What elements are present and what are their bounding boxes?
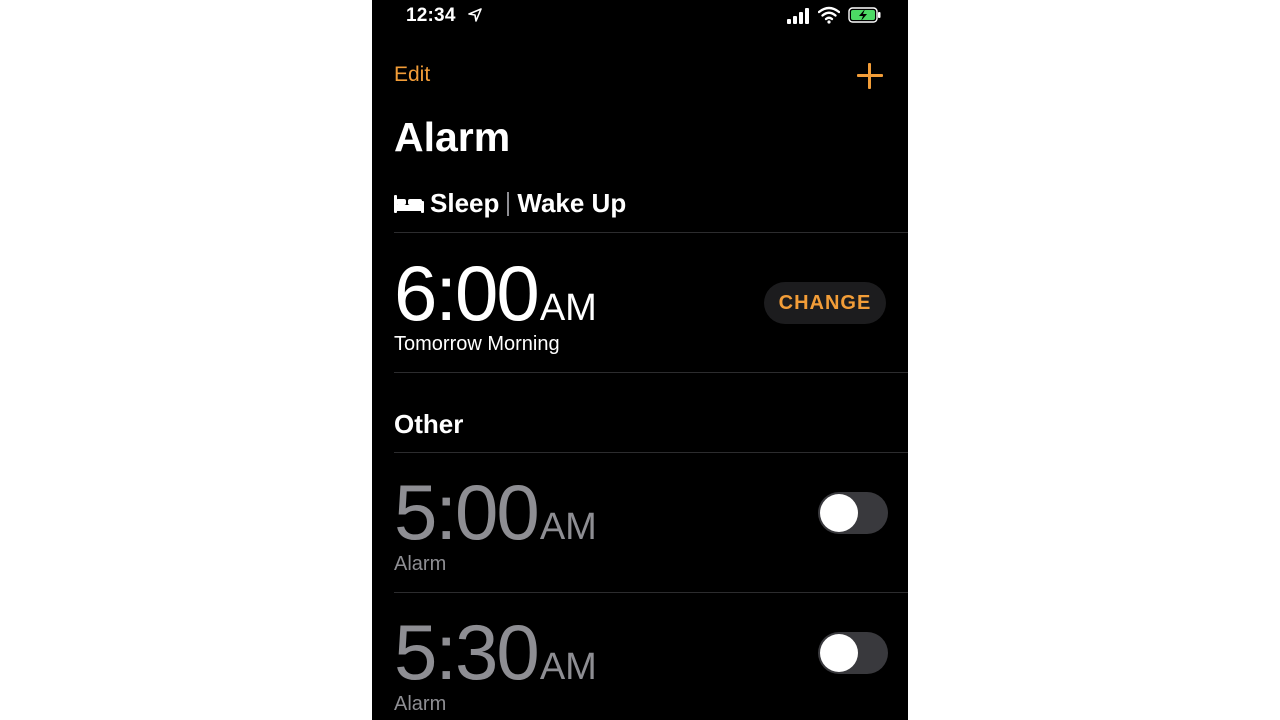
toggle-knob	[820, 494, 858, 532]
location-arrow-icon	[468, 8, 482, 22]
alarm-time-wrap: 5:00AM	[394, 467, 597, 558]
bed-icon	[394, 194, 424, 213]
wifi-icon	[818, 6, 840, 24]
change-button[interactable]: CHANGE	[764, 282, 886, 324]
plus-icon[interactable]	[856, 62, 884, 90]
alarm-period: AM	[539, 646, 597, 688]
sleep-wake-header: Sleep Wake Up	[394, 188, 626, 219]
alarm-time: 6:00	[394, 249, 540, 337]
separator	[394, 452, 908, 453]
page-title: Alarm	[394, 114, 511, 160]
screen-background: 12:34 Edit Alarm Sleep Wake Up 6:00AM To…	[0, 0, 1280, 720]
status-bar: 12:34	[372, 0, 908, 34]
edit-button[interactable]: Edit	[394, 63, 430, 87]
other-section-title: Other	[394, 409, 464, 439]
sleep-alarm-subtitle: Tomorrow Morning	[394, 333, 560, 355]
cellular-signal-icon	[787, 8, 809, 24]
status-time: 12:34	[406, 5, 456, 26]
alarm-time-wrap: 5:30AM	[394, 607, 597, 698]
alarm-label: Alarm	[394, 693, 447, 715]
alarm-period: AM	[539, 287, 597, 329]
alarm-toggle[interactable]	[818, 492, 888, 534]
toggle-knob	[820, 634, 858, 672]
sleep-alarm-time: 6:00AM	[394, 248, 597, 339]
separator	[394, 372, 908, 373]
alarm-row[interactable]: 5:00AM Alarm	[372, 460, 908, 600]
separator	[394, 592, 908, 593]
alarm-period: AM	[539, 506, 597, 548]
header-divider	[507, 191, 510, 216]
battery-charging-icon	[848, 7, 881, 23]
phone-screen: 12:34 Edit Alarm Sleep Wake Up 6:00AM To…	[372, 0, 908, 720]
separator	[394, 232, 908, 233]
sleep-label: Sleep	[430, 188, 500, 218]
alarm-time: 5:30	[394, 608, 540, 696]
alarm-toggle[interactable]	[818, 632, 888, 674]
alarm-row[interactable]: 5:30AM Alarm	[372, 600, 908, 720]
wake-up-label: Wake Up	[517, 188, 627, 218]
alarm-time: 5:00	[394, 468, 540, 556]
alarm-label: Alarm	[394, 553, 447, 575]
